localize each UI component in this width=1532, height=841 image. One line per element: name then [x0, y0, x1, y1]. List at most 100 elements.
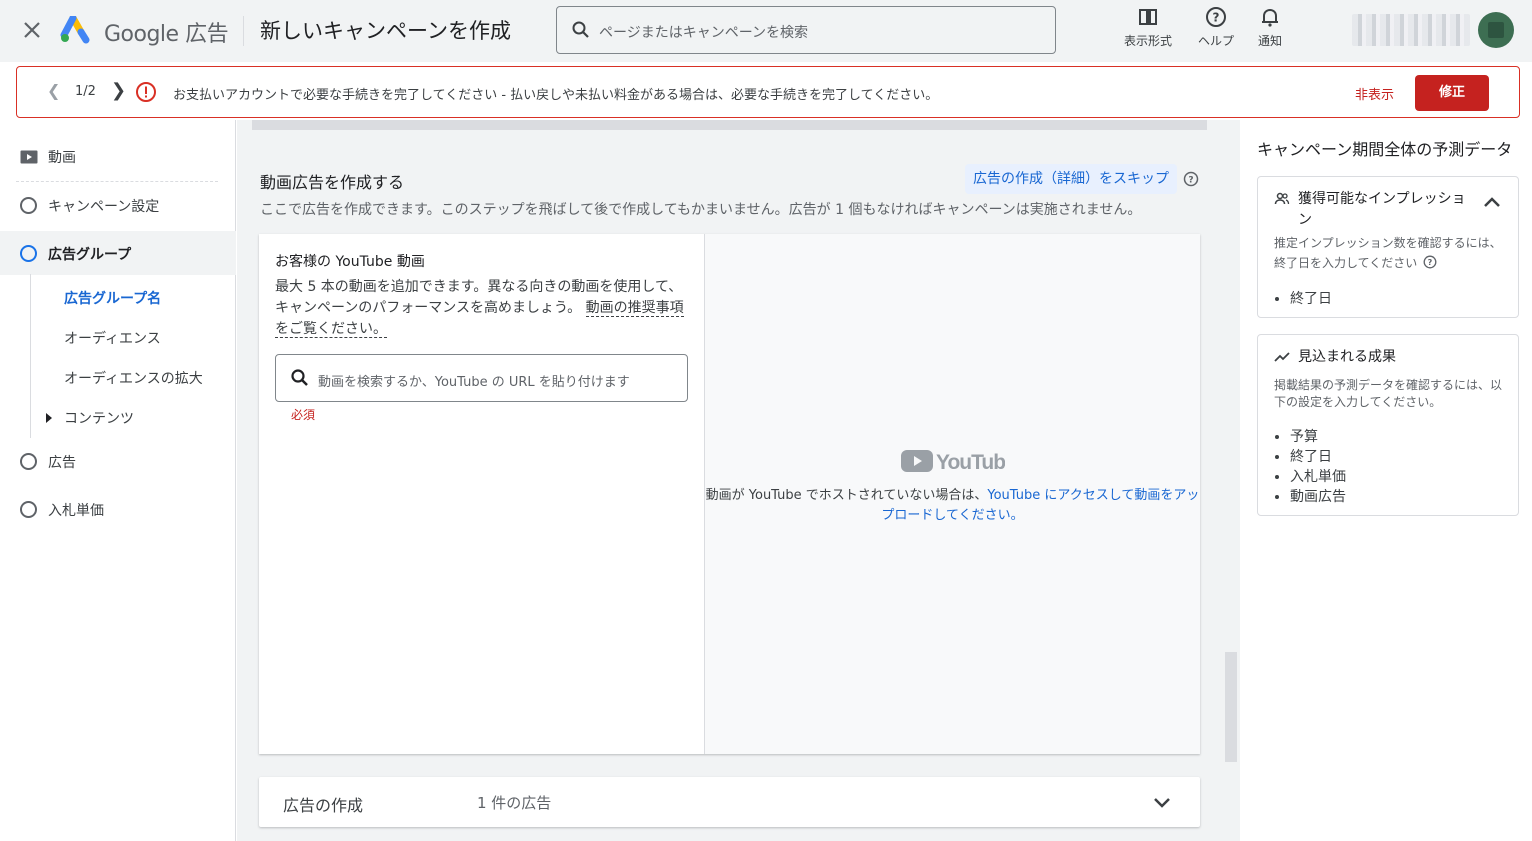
step-circle-icon: [20, 501, 37, 518]
results-requirements: 予算 終了日 入札単価 動画広告: [1290, 427, 1346, 507]
impressions-title: 獲得可能なインプレッション: [1274, 189, 1474, 231]
svg-text:?: ?: [1428, 258, 1433, 267]
help-button[interactable]: ? ヘルプ: [1186, 6, 1246, 49]
youtube-logo-icon: YouTube: [901, 450, 1005, 474]
sidebar-item-label: 入札単価: [48, 503, 104, 519]
list-item: 終了日: [1290, 289, 1332, 309]
help-label: ヘルプ: [1197, 34, 1234, 48]
forecast-title: キャンペーン期間全体の予測データ: [1257, 140, 1513, 159]
sidebar-item-video[interactable]: 動画: [0, 134, 236, 178]
fix-button[interactable]: 修正: [1415, 75, 1489, 111]
section-description: ここで広告を作成できます。このステップを飛ばして後で作成してもかまいません。広告…: [260, 202, 1142, 218]
google-ads-logo-icon: [60, 16, 90, 44]
results-title: 見込まれる成果: [1274, 347, 1474, 368]
substep-line: [30, 274, 31, 438]
bell-icon: [1262, 8, 1278, 27]
error-icon: [136, 82, 156, 102]
chevron-up-icon[interactable]: [1482, 193, 1502, 213]
sidebar-item-campaign-settings[interactable]: キャンペーン設定: [0, 183, 236, 227]
top-header: Google 広告 新しいキャンペーンを作成 ページまたはキャンペーンを検索 表…: [0, 0, 1532, 62]
chevron-down-icon[interactable]: [1152, 792, 1172, 812]
list-item: 動画広告: [1290, 487, 1346, 507]
impressions-card: 獲得可能なインプレッション 推定インプレッション数を確認するには、終了日を入力し…: [1257, 176, 1519, 318]
sidebar-subitem-audience-expansion[interactable]: オーディエンスの拡大: [64, 368, 203, 388]
step-circle-icon: [20, 453, 37, 470]
help-icon[interactable]: ?: [1423, 255, 1437, 269]
upload-hint-text: 動画が YouTube でホストされていない場合は、: [705, 488, 988, 503]
avatar[interactable]: [1478, 12, 1514, 48]
card-title: お客様の YouTube 動画: [275, 254, 425, 270]
forecast-panel: キャンペーン期間全体の予測データ 獲得可能なインプレッション 推定インプレッショ…: [1241, 120, 1532, 841]
impressions-desc: 推定インプレッション数を確認するには、終了日を入力してください ?: [1274, 233, 1506, 273]
people-icon: [1274, 192, 1290, 205]
alert-banner: ❮ 1/2 ❯ お支払いアカウントで必要な手続きを完了してください - 払い戻し…: [16, 66, 1520, 118]
trending-up-icon: [1274, 352, 1290, 362]
list-item: 終了日: [1290, 447, 1346, 467]
svg-text:?: ?: [1188, 176, 1193, 186]
appearance-button[interactable]: 表示形式: [1118, 6, 1178, 49]
sidebar-item-label: キャンペーン設定: [48, 199, 160, 215]
appearance-icon: [1139, 9, 1157, 25]
ad-count: 1 件の広告: [477, 794, 552, 812]
sidebar: 動画 キャンペーン設定 広告グループ 広告グループ名 オーディエンス オーディエ…: [0, 120, 236, 841]
header-divider: [243, 16, 244, 46]
search-placeholder: ページまたはキャンペーンを検索: [599, 25, 809, 41]
account-info[interactable]: [1352, 14, 1470, 46]
results-title-text: 見込まれる成果: [1298, 349, 1396, 365]
video-icon: [20, 150, 38, 164]
search-input[interactable]: ページまたはキャンペーンを検索: [556, 6, 1056, 54]
sidebar-item-label: 広告グループ: [48, 247, 132, 263]
video-preview-pane: YouTube 動画が YouTube でホストされていない場合は、YouTub…: [705, 234, 1200, 754]
sidebar-item-bidding[interactable]: 入札単価: [0, 487, 236, 531]
main-content: 動画広告を作成する 広告の作成（詳細）をスキップ ? ここで広告を作成できます。…: [237, 120, 1240, 841]
expand-arrow-icon[interactable]: [45, 413, 53, 423]
next-alert-icon[interactable]: ❯: [111, 80, 126, 101]
step-circle-icon: [20, 245, 37, 262]
brand-google: Google: [104, 22, 179, 47]
upload-hint: 動画が YouTube でホストされていない場合は、YouTube にアクセスし…: [705, 486, 1200, 526]
prev-alert-icon[interactable]: ❮: [47, 81, 60, 100]
scrollbar-thumb[interactable]: [1225, 652, 1237, 762]
sidebar-item-ad-group[interactable]: 広告グループ: [0, 231, 236, 275]
search-icon: [572, 21, 589, 38]
svg-text:?: ?: [1213, 11, 1220, 25]
required-hint: 必須: [291, 408, 316, 422]
sidebar-subitem-ad-group-name[interactable]: 広告グループ名: [64, 288, 161, 308]
list-item: 予算: [1290, 427, 1346, 447]
skip-ad-creation-link[interactable]: 広告の作成（詳細）をスキップ: [965, 164, 1177, 194]
sidebar-item-label: 広告: [48, 455, 76, 471]
page-title: 新しいキャンペーンを作成: [260, 19, 511, 43]
alert-pager: 1/2: [75, 84, 96, 99]
sidebar-subitem-content[interactable]: コンテンツ: [64, 408, 134, 428]
impressions-title-text: 獲得可能なインプレッション: [1298, 191, 1466, 228]
video-search-input[interactable]: 動画を検索するか、YouTube の URL を貼り付けます: [275, 354, 688, 402]
sidebar-divider: [16, 181, 218, 182]
brand-name: Google 広告: [104, 16, 229, 48]
help-icon[interactable]: ?: [1183, 171, 1199, 187]
results-card: 見込まれる成果 掲載結果の予測データを確認するには、以下の設定を入力してください…: [1257, 334, 1519, 516]
impressions-desc-text: 推定インプレッション数を確認するには、終了日を入力してください: [1274, 236, 1502, 270]
sidebar-subitem-audience[interactable]: オーディエンス: [64, 328, 161, 348]
help-icon: ?: [1206, 7, 1226, 27]
video-search-placeholder: 動画を検索するか、YouTube の URL を貼り付けます: [318, 375, 630, 390]
step-circle-icon: [20, 197, 37, 214]
section-title: 動画広告を作成する: [260, 173, 405, 192]
notifications-label: 通知: [1257, 34, 1282, 48]
sidebar-item-ads[interactable]: 広告: [0, 439, 236, 483]
appearance-label: 表示形式: [1123, 34, 1172, 48]
video-input-pane: お客様の YouTube 動画 最大 5 本の動画を追加できます。異なる向きの動…: [259, 234, 705, 754]
youtube-video-card: お客様の YouTube 動画 最大 5 本の動画を追加できます。異なる向きの動…: [259, 234, 1200, 754]
alert-message: お支払いアカウントで必要な手続きを完了してください - 払い戻しや未払い料金があ…: [173, 88, 939, 103]
notifications-button[interactable]: 通知: [1240, 6, 1300, 49]
impressions-requirements: 終了日: [1290, 289, 1332, 309]
ad-creation-panel[interactable]: 広告の作成 1 件の広告: [259, 777, 1200, 827]
hide-button[interactable]: 非表示: [1355, 84, 1394, 103]
ad-creation-title: 広告の作成: [283, 796, 364, 815]
close-icon[interactable]: [20, 18, 44, 42]
previous-section-band: [252, 120, 1207, 130]
list-item: 入札単価: [1290, 467, 1346, 487]
results-desc: 掲載結果の予測データを確認するには、以下の設定を入力してください。: [1274, 378, 1503, 409]
card-body: 最大 5 本の動画を追加できます。異なる向きの動画を使用して、キャンペーンのパフ…: [275, 277, 691, 340]
search-icon: [291, 369, 308, 386]
brand-ads: 広告: [185, 22, 229, 47]
